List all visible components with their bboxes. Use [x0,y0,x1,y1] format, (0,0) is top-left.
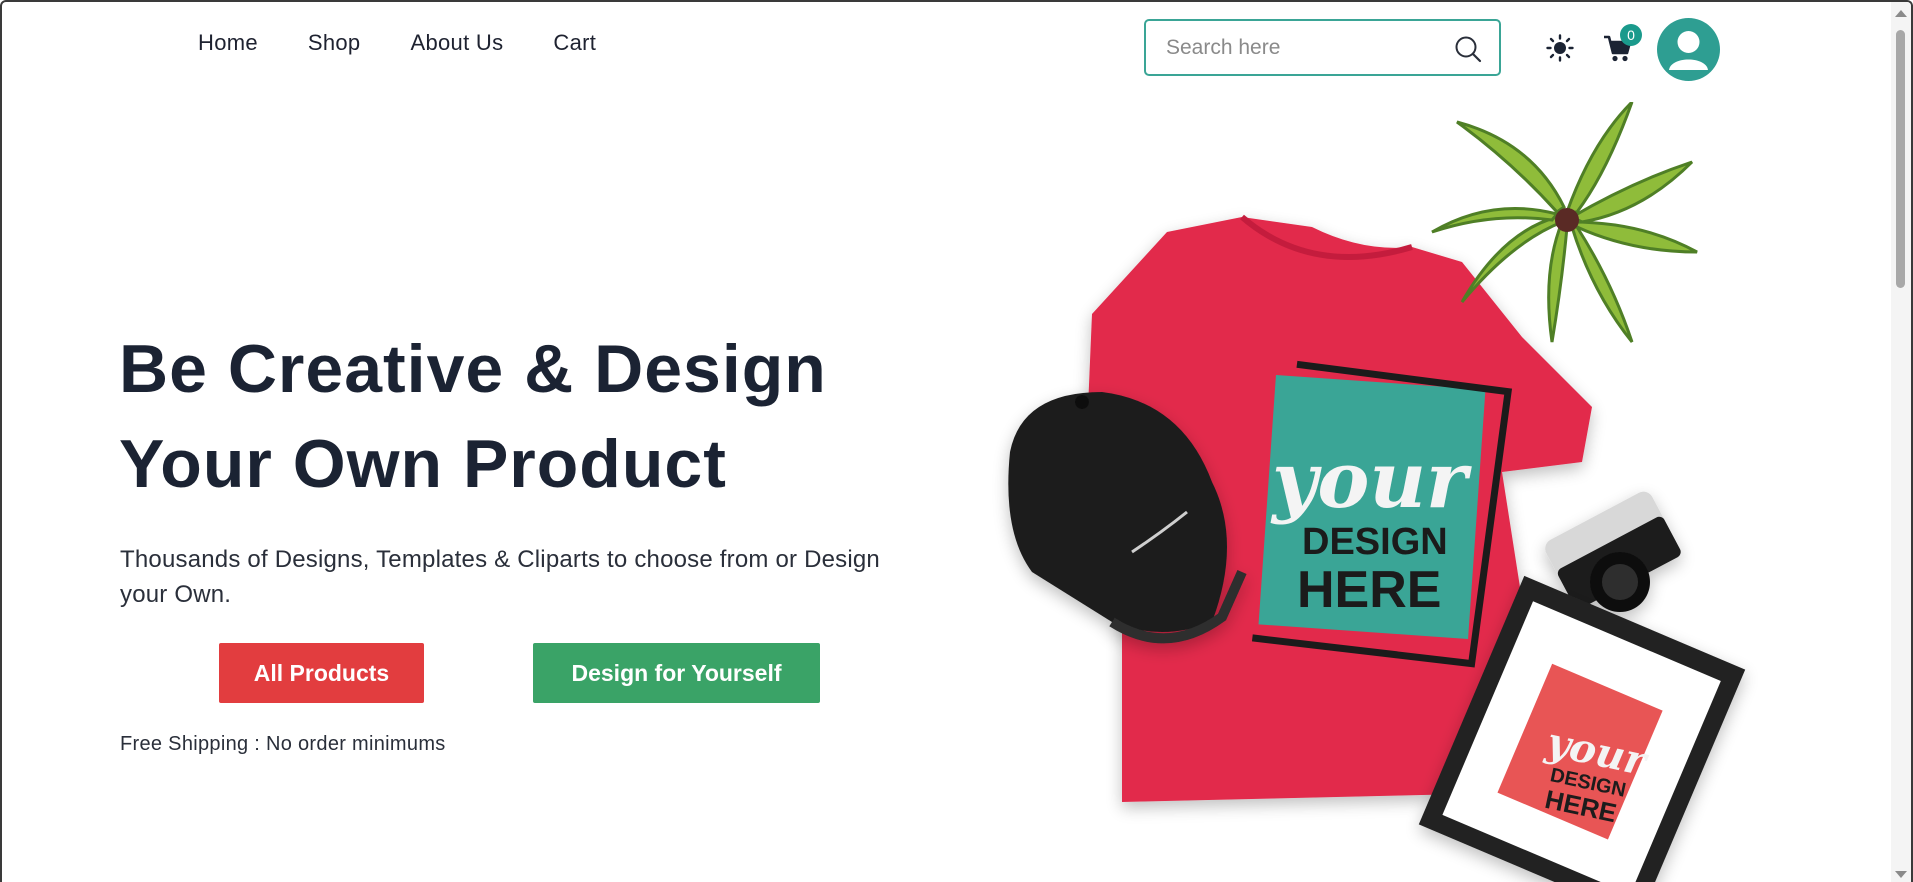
nav-links: Home Shop About Us Cart [198,30,646,56]
hero-title: Be Creative & Design Your Own Product [119,331,827,502]
shirt-text-your: your [1270,435,1472,526]
user-avatar-icon[interactable] [1657,18,1720,81]
search-input[interactable] [1166,33,1436,63]
free-shipping-note: Free Shipping : No order minimums [120,733,446,755]
scroll-thumb[interactable] [1896,30,1905,288]
cart-count-badge: 0 [1620,24,1642,46]
nav-link-home[interactable]: Home [198,30,258,56]
design-for-yourself-button[interactable]: Design for Yourself [533,643,820,703]
scroll-down-arrow-icon[interactable] [1895,871,1907,878]
search-box [1144,19,1501,76]
top-navbar: Home Shop About Us Cart Search here 0 [2,2,1892,94]
hero-product-image: your DESIGN HERE your DESIGN HERE [1008,102,1746,882]
shirt-text-design: DESIGN [1302,521,1448,563]
nav-link-about-us[interactable]: About Us [410,30,503,56]
nav-link-shop[interactable]: Shop [308,30,361,56]
browser-window: Home Shop About Us Cart Search here 0 Be… [0,0,1913,882]
search-icon[interactable] [1453,34,1483,64]
vertical-scrollbar[interactable] [1891,2,1911,882]
shirt-text-here: HERE [1297,561,1441,619]
scroll-up-arrow-icon[interactable] [1895,10,1907,17]
all-products-button[interactable]: All Products [219,643,424,703]
sun-icon[interactable] [1546,34,1574,62]
nav-link-cart[interactable]: Cart [553,30,596,56]
hero-subtitle: Thousands of Designs, Templates & Clipar… [120,546,880,608]
